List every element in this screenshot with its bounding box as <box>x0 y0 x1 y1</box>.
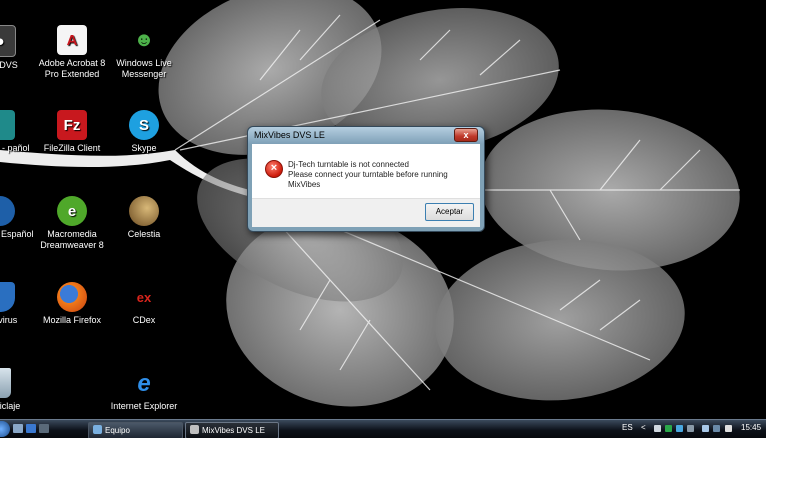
tray-icon[interactable] <box>676 425 683 432</box>
recycle-bin-icon <box>0 368 11 398</box>
taskbar-button-label: Equipo <box>105 426 130 435</box>
taskbar-button-mixvibes[interactable]: MixVibes DVS LE <box>185 422 279 438</box>
filezilla-icon: Fz <box>57 110 87 140</box>
taskbar-button-label: MixVibes DVS LE <box>202 426 265 435</box>
message-line-1: Dj-Tech turntable is not connected <box>288 160 409 169</box>
computer-icon <box>93 425 102 434</box>
show-hidden-icons-arrow[interactable]: < <box>641 423 646 432</box>
tray-icon[interactable] <box>654 425 661 432</box>
desktop-icon-label: CDex <box>132 315 156 325</box>
mixvibes-icon <box>190 425 199 434</box>
desktop-icon-messenger[interactable]: ☻ Windows Live Messenger <box>106 25 182 80</box>
dialog-footer: Aceptar <box>252 198 480 227</box>
messenger-icon: ☻ <box>133 28 155 51</box>
desktop-icon-filezilla[interactable]: Fz FileZilla Client <box>34 110 110 154</box>
dialog-title: MixVibes DVS LE <box>254 130 325 140</box>
desktop-icon-acrobat[interactable]: A Adobe Acrobat 8 Pro Extended <box>34 25 110 80</box>
close-button[interactable]: x <box>454 128 478 142</box>
acrobat-icon: A <box>57 25 87 55</box>
desktop-icon-label: Antivirus <box>0 315 18 325</box>
desktop-icon-label: Macromedia Dreamweaver 8 <box>40 229 104 250</box>
desktop-icon-skype[interactable]: S Skype <box>106 110 182 154</box>
antivirus-icon <box>0 282 15 312</box>
mixvibes-dvs-icon: ● <box>0 25 16 57</box>
dwf-viewer-icon <box>0 196 15 226</box>
volume-icon[interactable] <box>725 425 732 432</box>
desktop-icon-recycle-bin[interactable]: e reciclaje <box>0 368 38 412</box>
dialog-titlebar[interactable]: MixVibes DVS LE x <box>248 127 484 144</box>
desktop-icon-dwf-viewer[interactable]: sk DWF Español <box>0 196 38 240</box>
error-dialog: MixVibes DVS LE x × Dj-Tech turntable is… <box>247 126 485 232</box>
desktop-icon-mixvibes-dvs[interactable]: ● bes DVS <box>0 25 38 71</box>
show-desktop-icon[interactable] <box>13 424 23 433</box>
message-line-2: Please connect your turntable before run… <box>288 170 448 189</box>
desktop-icon-label: Internet Explorer <box>110 401 178 411</box>
tray-icon[interactable] <box>665 425 672 432</box>
desktop-icon-label: FileZilla Client <box>43 143 101 153</box>
desktop-icon-celestia[interactable]: Celestia <box>106 196 182 240</box>
close-icon: x <box>463 130 469 140</box>
desktop-icon-label: D 2007 - pañol <box>0 143 30 153</box>
tray-icon[interactable] <box>713 425 720 432</box>
desktop-icon-autocad[interactable]: D 2007 - pañol <box>0 110 38 154</box>
dialog-content: × Dj-Tech turntable is not connected Ple… <box>252 144 480 198</box>
desktop-icon-label: Mozilla Firefox <box>42 315 101 325</box>
desktop-screen: ● bes DVS A Adobe Acrobat 8 Pro Extended… <box>0 0 766 438</box>
desktop-icon-label: bes DVS <box>0 60 18 70</box>
error-icon: × <box>265 160 283 178</box>
dialog-message: Dj-Tech turntable is not connected Pleas… <box>288 160 480 190</box>
autocad-icon <box>0 110 15 140</box>
desktop-icon-antivirus[interactable]: Antivirus <box>0 282 38 326</box>
taskbar-button-equipo[interactable]: Equipo <box>88 422 183 438</box>
quicklaunch-icon[interactable] <box>39 424 49 433</box>
aceptar-button[interactable]: Aceptar <box>425 203 474 221</box>
taskbar: Equipo MixVibes DVS LE ES < 15:45 <box>0 419 766 438</box>
desktop-icon-internet-explorer[interactable]: e Internet Explorer <box>106 368 182 412</box>
desktop-icon-label: e reciclaje <box>0 401 21 411</box>
start-button[interactable] <box>0 421 10 437</box>
cdex-icon: ex <box>136 289 152 305</box>
celestia-icon <box>129 196 159 226</box>
firefox-icon <box>57 282 87 312</box>
language-indicator[interactable]: ES <box>622 423 633 432</box>
skype-icon: S <box>129 110 159 140</box>
tray-icon[interactable] <box>687 425 694 432</box>
desktop-icon-label: sk DWF Español <box>0 229 34 239</box>
desktop-icon-label: Skype <box>131 143 157 153</box>
desktop-icon-dreamweaver[interactable]: e Macromedia Dreamweaver 8 <box>34 196 110 251</box>
desktop-icon-label: Adobe Acrobat 8 Pro Extended <box>38 58 106 79</box>
desktop-icon-label: Windows Live Messenger <box>116 58 172 79</box>
desktop-icon-label: Celestia <box>127 229 161 239</box>
desktop-icon-cdex[interactable]: ex CDex <box>106 282 182 326</box>
desktop-icon-firefox[interactable]: Mozilla Firefox <box>34 282 110 326</box>
clock[interactable]: 15:45 <box>741 423 761 432</box>
switch-windows-icon[interactable] <box>26 424 36 433</box>
dreamweaver-icon: e <box>57 196 87 226</box>
internet-explorer-icon: e <box>137 369 151 397</box>
network-icon[interactable] <box>702 425 709 432</box>
